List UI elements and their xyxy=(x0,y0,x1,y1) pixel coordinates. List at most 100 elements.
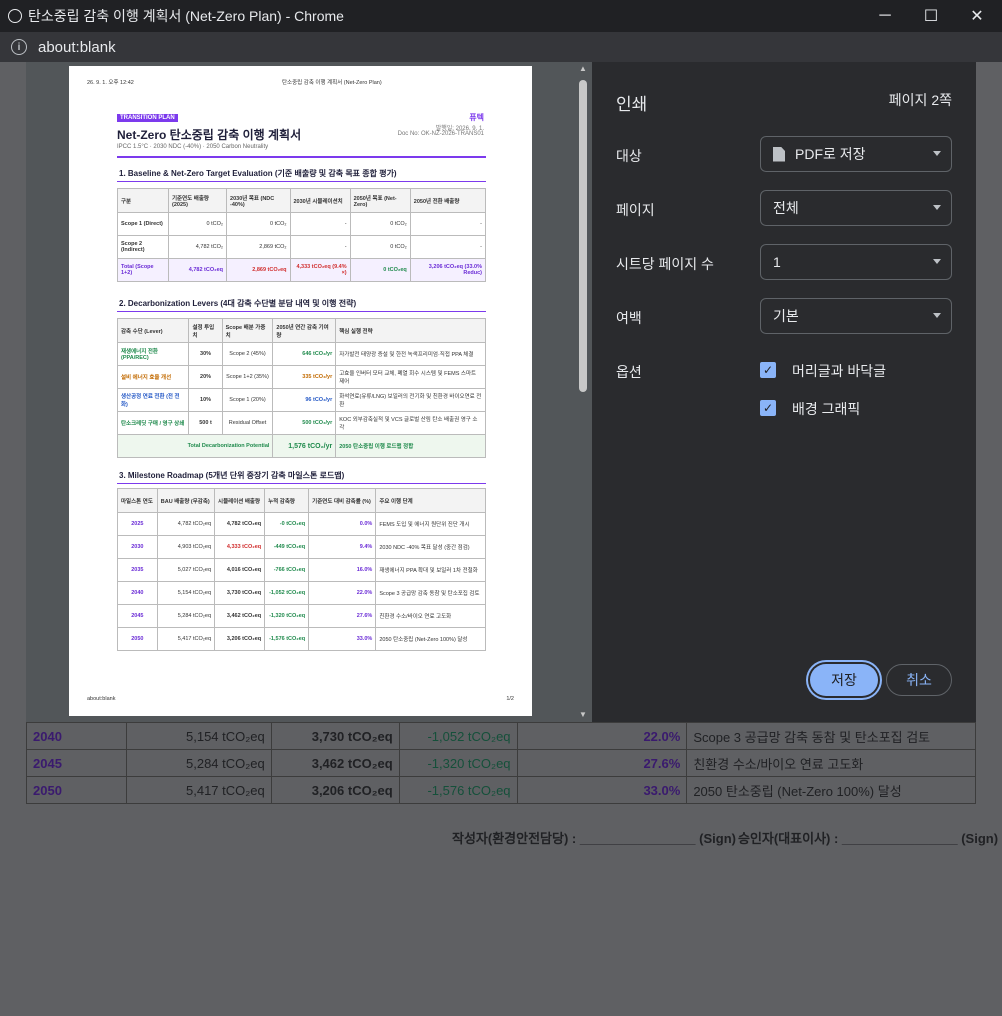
pages-per-sheet-value: 1 xyxy=(773,254,781,270)
table-cell: 96 tCO₂/yr xyxy=(272,388,337,412)
headers-footers-label[interactable]: 머리글과 바닥글 xyxy=(792,361,886,381)
background-cell: 2050 탄소중립 (Net-Zero 100%) 달성 xyxy=(686,776,976,804)
maximize-button[interactable]: ☐ xyxy=(908,0,954,32)
table-header-cell: 감축 수단 (Lever) xyxy=(116,318,190,343)
total-potential-label: Total Decarbonization Potential xyxy=(116,434,274,458)
table-cell: 5,027 tCO₂eq xyxy=(156,558,216,582)
window-title: 탄소중립 감축 이행 계획서 (Net-Zero Plan) - Chrome xyxy=(28,8,344,24)
url-text[interactable]: about:blank xyxy=(38,39,116,56)
total-cell: 0 tCO₂eq xyxy=(349,258,411,282)
background-cell: 친환경 수소/바이오 연료 고도화 xyxy=(686,749,976,777)
table-cell: -1,576 tCO₂eq xyxy=(264,627,310,651)
preview-scrollbar[interactable]: ▲ ▼ xyxy=(578,64,588,722)
total-potential-note: 2050 탄소중립 이행 로드맵 정합 xyxy=(335,434,486,458)
table-cell: - xyxy=(289,235,351,259)
table-cell: 5,417 tCO₂eq xyxy=(156,627,216,651)
scroll-down-arrow[interactable]: ▼ xyxy=(578,710,588,720)
close-button[interactable]: ✕ xyxy=(954,0,1000,32)
margins-select[interactable]: 기본 xyxy=(760,298,952,334)
section-3-heading: 3. Milestone Roadmap (5개년 단위 중장기 감축 마일스톤… xyxy=(119,471,345,480)
margins-value: 기본 xyxy=(773,308,799,324)
globe-icon xyxy=(8,9,22,23)
table-cell: -1,320 tCO₂eq xyxy=(264,604,310,628)
background-cell: -1,320 tCO₂eq xyxy=(398,749,518,777)
section-1-heading: 1. Baseline & Net-Zero Target Evaluation… xyxy=(119,169,397,178)
table-cell: 자가발전 태양광 증설 및 한전 녹색프리미엄·직접 PPA 체결 xyxy=(335,342,486,366)
table-cell: Scope 1 (20%) xyxy=(221,388,274,412)
page-header-date: 26. 9. 1. 오후 12:42 xyxy=(87,80,134,86)
background-cell: -1,576 tCO₂eq xyxy=(398,776,518,804)
scrollbar-thumb[interactable] xyxy=(579,80,587,392)
table-header-cell: 마일스톤 연도 xyxy=(117,488,158,513)
table-cell: 설비 에너지 효율 개선 xyxy=(116,365,190,389)
table-cell: 4,782 tCO₂eq xyxy=(156,512,216,536)
info-icon[interactable]: i xyxy=(11,39,27,55)
chevron-down-icon xyxy=(933,151,941,156)
pages-per-sheet-select[interactable]: 1 xyxy=(760,244,952,280)
table-cell: 335 tCO₂/yr xyxy=(272,365,337,389)
background-cell: -1,052 tCO₂eq xyxy=(398,722,518,750)
document-title: Net-Zero 탄소중립 감축 이행 계획서 xyxy=(117,128,302,142)
table-cell: 5,284 tCO₂eq xyxy=(156,604,216,628)
headers-footers-checkbox[interactable]: ✓ xyxy=(760,362,776,378)
page-footer-number: 1/2 xyxy=(506,696,514,702)
table-cell: Scope 3 공급망 감축 동참 및 탄소포집 검토 xyxy=(375,581,486,605)
table-row: 탄소크레딧 구매 / 영구 상쇄 500 t Residual Offset 500 … xyxy=(116,411,486,435)
destination-value: PDF로 저장 xyxy=(795,146,866,162)
table-cell: 4,903 tCO₂eq xyxy=(156,535,216,559)
table-cell: 2045 xyxy=(117,604,158,628)
print-preview-area: 26. 9. 1. 오후 12:42 탄소중립 감축 이행 계획서 (Net-Z… xyxy=(26,62,592,722)
table-cell: - xyxy=(289,212,351,236)
save-button[interactable]: 저장 xyxy=(810,664,878,696)
background-cell: 2045 xyxy=(26,749,127,777)
background-graphics-checkbox[interactable]: ✓ xyxy=(760,400,776,416)
table-cell: - xyxy=(409,212,487,236)
table-cell: -766 tCO₂eq xyxy=(264,558,310,582)
table-header-cell: 2030년 목표 (NDC -40%) xyxy=(226,188,291,213)
table-row: 2030 4,903 tCO₂eq 4,333 tCO₂eq -449 tCO₂eq 9… xyxy=(117,535,486,559)
table-cell: 3,206 tCO₂eq xyxy=(214,627,266,651)
background-cell: 5,417 tCO₂eq xyxy=(125,776,272,804)
pages-select[interactable]: 전체 xyxy=(760,190,952,226)
table-row: 설비 에너지 효율 개선 20% Scope 1+2 (35%) 335 tCO₂/y… xyxy=(116,365,486,389)
transition-plan-tag: TRANSITION PLAN xyxy=(117,114,178,122)
cancel-button[interactable]: 취소 xyxy=(886,664,952,696)
table-cell: 친환경 수소/바이오 연료 고도화 xyxy=(375,604,486,628)
table-cell: KOC 외부감축실적 및 VCS 글로벌 산림 탄소 배출권 영구 소각 xyxy=(335,411,486,435)
section-1-divider xyxy=(117,181,486,182)
page-count: 페이지 2쪽 xyxy=(888,92,952,108)
total-potential-value: 1,576 tCO₂/yr xyxy=(272,434,337,458)
table-cell: -0 tCO₂eq xyxy=(264,512,310,536)
minimize-button[interactable]: ─ xyxy=(862,0,908,32)
background-graphics-label[interactable]: 배경 그래픽 xyxy=(792,399,860,419)
address-bar: i about:blank xyxy=(0,32,1002,62)
table-cell: 2030 xyxy=(117,535,158,559)
background-cell: 3,462 tCO₂eq xyxy=(270,749,400,777)
margins-label: 여백 xyxy=(616,310,642,326)
table-header-cell: 시뮬레이션 배출량 xyxy=(214,488,266,513)
scroll-up-arrow[interactable]: ▲ xyxy=(578,64,588,74)
table-cell: Scope 2 (45%) xyxy=(221,342,274,366)
background-cell: 27.6% xyxy=(516,749,688,777)
table-cell: 재생에너지 전환 (PPA/REC) xyxy=(116,342,190,366)
table-cell: 0.0% xyxy=(308,512,377,536)
table-cell: - xyxy=(409,235,487,259)
table-header-cell: 기준연도 대비 감축률 (%) xyxy=(308,488,377,513)
background-row: 2050 5,417 tCO₂eq 3,206 tCO₂eq -1,576 tCO₂e… xyxy=(26,776,976,804)
table-cell: Scope 1+2 (35%) xyxy=(221,365,274,389)
document-subtitle: IPCC 1.5°C · 2030 NDC (-40%) · 2050 Carb… xyxy=(117,144,269,150)
table-cell: 0 tCO₂ xyxy=(349,235,411,259)
total-cell: Total (Scope 1+2) xyxy=(117,258,169,282)
table-header-cell: 2050년 목표 (Net-Zero) xyxy=(349,188,411,213)
total-cell: 3,206 tCO₂eq (33.0% Reduc) xyxy=(409,258,487,282)
total-row: Total (Scope 1+2) 4,782 tCO₂eq 2,869 tCO₂e… xyxy=(117,258,487,282)
preview-page: 26. 9. 1. 오후 12:42 탄소중립 감축 이행 계획서 (Net-Z… xyxy=(69,66,532,716)
table-cell: 2030 NDC -40% 목표 달성 (중간 점검) xyxy=(375,535,486,559)
table-header-cell: BAU 배출량 (무감축) xyxy=(156,488,216,513)
table-row: 2040 5,154 tCO₂eq 3,730 tCO₂eq -1,052 tCO₂e… xyxy=(117,581,486,605)
table-row: 2025 4,782 tCO₂eq 4,782 tCO₂eq -0 tCO₂eq 0.0… xyxy=(117,512,486,536)
destination-select[interactable]: PDF로 저장 xyxy=(760,136,952,172)
document-number: Doc No: OK-NZ-2026-TRANS01 xyxy=(397,131,484,137)
table-cell: 33.0% xyxy=(308,627,377,651)
background-cell: 3,730 tCO₂eq xyxy=(270,722,400,750)
